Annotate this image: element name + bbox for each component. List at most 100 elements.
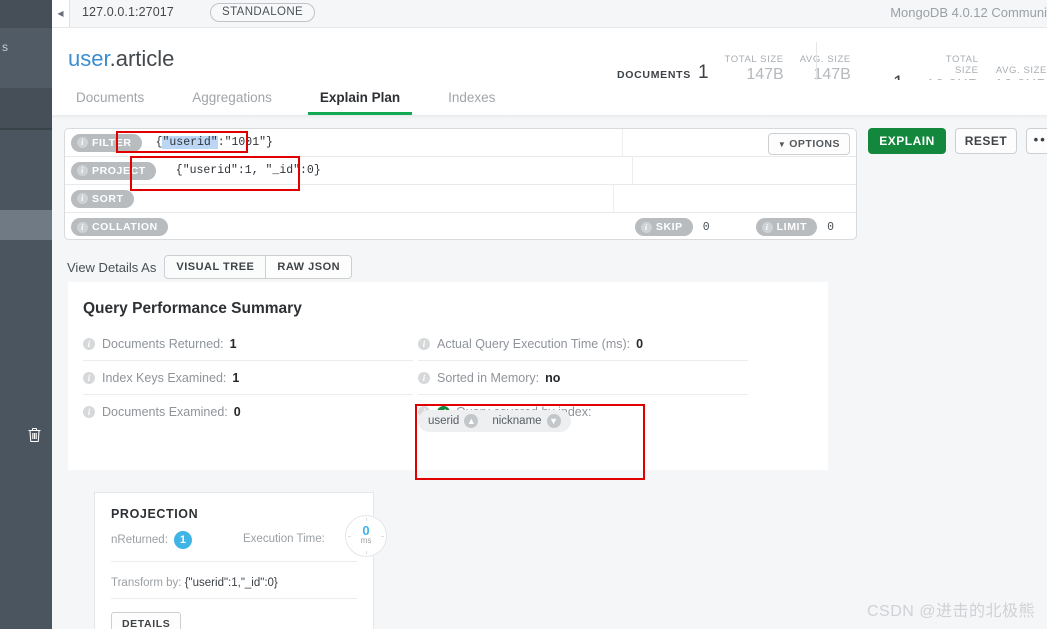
project-pill-label: PROJECT xyxy=(92,164,146,177)
tab-aggregations[interactable]: Aggregations xyxy=(168,90,296,115)
filter-row-divider xyxy=(622,129,623,157)
topology-badge: STANDALONE xyxy=(210,3,316,22)
sort-pill[interactable]: i SORT xyxy=(71,189,134,208)
stats-divider xyxy=(816,42,817,84)
index-badge-nickname-label: nickname xyxy=(492,415,542,427)
filter-value-post: :"1001"} xyxy=(217,136,273,149)
info-icon: i xyxy=(77,137,88,148)
rail-truncated-label: s xyxy=(2,40,9,54)
info-icon[interactable]: i xyxy=(83,371,95,384)
rail-band-top xyxy=(0,0,52,28)
options-toggle-button[interactable]: ▼ OPTIONS xyxy=(767,133,850,155)
database-name: user xyxy=(68,46,110,71)
chevron-left-icon[interactable]: ◀ xyxy=(52,0,70,27)
indexes-total-size-label: TOTAL SIZE xyxy=(945,54,979,76)
view-details-toolbar: View Details As VISUAL TREE RAW JSON xyxy=(52,252,1047,282)
index-badge-nickname[interactable]: nickname ▼ xyxy=(492,414,561,428)
connection-host: 127.0.0.1:27017 xyxy=(82,5,174,19)
more-options-button[interactable]: ••• xyxy=(1026,128,1047,154)
filter-pill[interactable]: i FILTER xyxy=(71,133,142,152)
limit-group[interactable]: i LIMIT 0 xyxy=(755,218,834,236)
documents-returned-label: Documents Returned: xyxy=(102,336,224,351)
info-icon[interactable]: i xyxy=(83,337,95,350)
info-icon: i xyxy=(77,221,88,233)
sidebar-item-selected[interactable] xyxy=(0,210,52,443)
stage-transform-label: Transform by: xyxy=(111,577,182,589)
execution-time-label: Actual Query Execution Time (ms): xyxy=(437,336,631,351)
query-row-project[interactable]: i PROJECT {"userid":1, "_id":0} xyxy=(65,157,856,185)
project-input[interactable]: {"userid":1, "_id":0} xyxy=(156,164,856,177)
sorted-in-memory-label: Sorted in Memory: xyxy=(437,370,540,385)
tab-documents[interactable]: Documents xyxy=(52,90,168,115)
sort-pill-label: SORT xyxy=(92,192,124,205)
limit-pill[interactable]: i LIMIT xyxy=(755,218,818,236)
trash-icon[interactable] xyxy=(27,427,42,443)
stage-divider-1 xyxy=(111,561,357,562)
stage-execution-time-clock: 0 ms xyxy=(345,515,387,557)
reset-button[interactable]: RESET xyxy=(955,128,1017,154)
chevron-down-icon: ▼ xyxy=(777,140,787,149)
skip-pill-label: SKIP xyxy=(655,221,683,233)
view-toggle-raw-json[interactable]: RAW JSON xyxy=(266,255,353,279)
covered-index-badges: userid ▲ nickname ▼ xyxy=(418,410,571,432)
summary-row-execution-time: i Actual Query Execution Time (ms): 0 xyxy=(418,327,748,361)
documents-returned-value: 1 xyxy=(229,336,237,351)
explain-button[interactable]: EXPLAIN xyxy=(868,128,946,154)
indexes-avg-size-label: AVG. SIZE xyxy=(995,65,1047,76)
stage-card-projection: PROJECTION nReturned: 1 Execution Time: … xyxy=(94,492,387,629)
tab-explain-plan[interactable]: Explain Plan xyxy=(296,90,424,115)
collection-tabs: Documents Aggregations Explain Plan Inde… xyxy=(52,80,1047,115)
stage-transform-value: {"userid":1,"_id":0} xyxy=(184,577,278,589)
explain-plan-content: Query Performance Summary i Documents Re… xyxy=(52,282,1047,629)
stage-execution-time-unit: ms xyxy=(360,536,372,545)
info-icon[interactable]: i xyxy=(83,406,95,418)
limit-pill-label: LIMIT xyxy=(776,221,808,233)
sidebar-rail: s xyxy=(0,0,52,629)
skip-input[interactable]: 0 xyxy=(703,221,710,234)
view-details-label: View Details As xyxy=(67,259,157,275)
info-icon[interactable]: i xyxy=(418,371,430,384)
stage-details-button[interactable]: DETAILS xyxy=(111,612,182,629)
query-bar: i FILTER {"userid":"1001"} ▼ OPTIONS i PR… xyxy=(52,119,1047,252)
stage-nreturned: nReturned: 1 xyxy=(111,531,192,549)
tab-indexes[interactable]: Indexes xyxy=(424,90,519,115)
arrow-up-icon: ▲ xyxy=(464,414,479,428)
rail-band-second xyxy=(0,28,52,88)
arrow-down-icon: ▼ xyxy=(546,414,561,428)
collection-name: article xyxy=(115,46,175,71)
info-icon: i xyxy=(77,193,88,204)
collation-pill[interactable]: i COLLATION xyxy=(71,218,168,236)
info-icon: i xyxy=(77,165,88,176)
query-row-filter[interactable]: i FILTER {"userid":"1001"} ▼ OPTIONS xyxy=(65,129,856,157)
query-performance-summary-card: Query Performance Summary i Documents Re… xyxy=(68,282,828,470)
stage-execution-time-label: Execution Time: xyxy=(243,533,325,545)
stage-divider-2 xyxy=(111,598,357,599)
sorted-in-memory-value: no xyxy=(545,370,561,385)
info-icon[interactable]: i xyxy=(418,337,430,350)
documents-examined-label: Documents Examined: xyxy=(102,405,228,419)
stage-transform: Transform by: {"userid":1,"_id":0} xyxy=(111,577,278,589)
query-row-collation[interactable]: i COLLATION i SKIP 0 i LIMIT 0 xyxy=(65,213,856,241)
execution-time-value: 0 xyxy=(636,336,644,351)
summary-row-index-keys-examined: i Index Keys Examined: 1 xyxy=(83,361,413,395)
connection-topbar: ◀ 127.0.0.1:27017 STANDALONE MongoDB 4.0… xyxy=(52,0,1047,28)
filter-input[interactable]: {"userid":"1001"} xyxy=(142,136,856,149)
watermark: CSDN @进击的北极熊 xyxy=(866,603,1035,620)
collation-pill-label: COLLATION xyxy=(92,221,158,233)
project-row-divider xyxy=(632,157,633,185)
sort-row-divider xyxy=(613,185,614,213)
info-icon: i xyxy=(640,221,652,233)
project-pill[interactable]: i PROJECT xyxy=(71,161,156,180)
rail-divider xyxy=(0,128,52,130)
skip-pill[interactable]: i SKIP xyxy=(634,218,693,236)
skip-group[interactable]: i SKIP 0 xyxy=(634,218,710,236)
documents-examined-value: 0 xyxy=(233,405,241,419)
index-badge-userid[interactable]: userid ▲ xyxy=(428,414,479,428)
index-keys-examined-value: 1 xyxy=(232,370,240,385)
view-toggle-visual-tree[interactable]: VISUAL TREE xyxy=(164,255,267,279)
query-row-sort[interactable]: i SORT xyxy=(65,185,856,213)
limit-input[interactable]: 0 xyxy=(827,221,834,234)
stage-nreturned-label: nReturned: xyxy=(111,534,168,546)
options-label: OPTIONS xyxy=(789,138,840,150)
index-badge-userid-label: userid xyxy=(428,415,460,427)
